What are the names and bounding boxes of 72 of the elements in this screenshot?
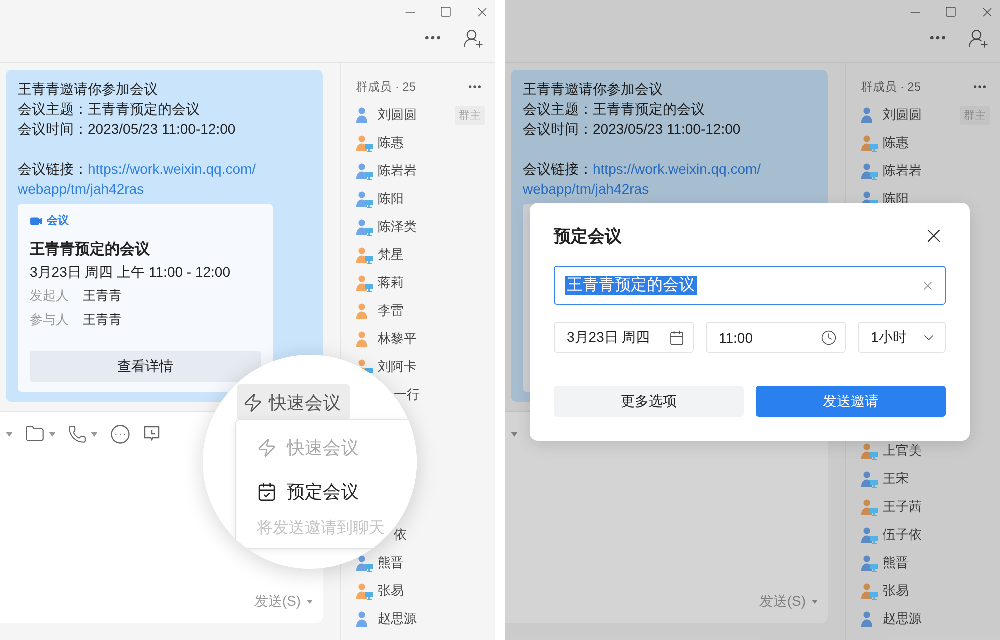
member-name[interactable]: 王子茜 [883,498,922,516]
member-name[interactable]: 伍子依 [883,526,922,544]
maximize-icon[interactable] [945,6,957,18]
message-text: 会议时间：2023/05/23 11:00-12:00 [18,120,237,139]
caret-icon[interactable] [511,432,518,436]
clock-icon [821,330,837,346]
member-name[interactable]: 张易 [883,582,909,600]
lightning-icon [243,392,263,412]
member-name[interactable]: 李雷 [378,302,404,320]
video-camera-icon [30,214,43,228]
caret-icon[interactable] [6,432,13,436]
message-text: 会议主题：王青青预定的会议 [523,100,706,119]
member-name[interactable]: 依 [394,526,407,544]
caret-icon[interactable] [49,432,56,436]
calendar-icon [669,330,685,346]
dialog-title: 预定会议 [554,226,622,248]
member-count: 群成员 · 25 [356,78,416,96]
member-name[interactable]: 刘阿卡 [378,358,417,376]
member-name[interactable]: 张易 [378,582,404,600]
duration-select[interactable]: 1小时 [858,322,946,353]
message-text: 会议主题：王青青预定的会议 [18,100,201,119]
member-name[interactable]: 梵星 [378,246,404,264]
card-time: 3月23日 周四 上午 11:00 - 12:00 [30,263,232,282]
member-name[interactable]: 一行 [394,386,420,404]
more-options-button[interactable]: 更多选项 [554,386,744,417]
owner-badge: 群主 [455,106,485,124]
chat-clock-icon[interactable] [143,425,161,443]
field-value: 王青青 [83,311,122,329]
member-name[interactable]: 赵思源 [883,610,922,628]
send-invite-button[interactable]: 发送邀请 [756,386,946,417]
member-name[interactable]: 刘圆圆 [378,106,417,124]
member-name[interactable]: 陈岩岩 [883,162,922,180]
card-title: 王青青预定的会议 [30,240,151,260]
quick-meeting-button[interactable]: 快速会议 [237,384,350,421]
more-icon[interactable] [110,424,131,444]
phone-icon[interactable] [68,424,87,444]
message-text: 王青青邀请你参加会议 [523,80,664,99]
date-field[interactable]: 3月23日 周四 [554,322,694,353]
field-label: 发起人 [30,287,69,305]
caret-icon[interactable] [812,600,818,604]
add-person-icon[interactable] [968,28,988,48]
caret-icon[interactable] [91,432,98,436]
member-name[interactable]: 陈惠 [378,134,404,152]
member-name[interactable]: 蒋莉 [378,274,404,292]
member-name[interactable]: 熊晋 [378,554,404,572]
member-name[interactable]: 陈惠 [883,134,909,152]
link-label: 会议链接： [18,161,88,177]
folder-icon[interactable] [25,424,45,444]
member-name[interactable]: 刘圆圆 [883,106,922,124]
member-name[interactable]: 熊晋 [883,554,909,572]
member-name[interactable]: 上官美 [883,442,922,460]
add-person-icon[interactable] [462,28,484,48]
member-name[interactable]: 陈岩岩 [378,162,417,180]
member-name[interactable]: 陈泽类 [378,218,417,236]
calendar-check-icon [257,482,277,502]
member-name[interactable]: 赵思源 [378,610,417,628]
topic-input[interactable]: 王青青预定的会议 [554,266,946,305]
member-name[interactable]: 王宋 [883,470,909,488]
maximize-icon[interactable] [440,6,452,18]
member-name[interactable]: 陈阳 [378,190,404,208]
caret-icon[interactable] [307,600,313,604]
message-text: 王青青邀请你参加会议 [18,80,159,99]
lightning-icon [257,438,277,458]
details-button[interactable]: 查看详情 [30,351,261,382]
member-name[interactable]: 林黎平 [378,330,417,348]
card-tag: 会议 [47,211,69,231]
field-value: 王青青 [83,287,122,305]
time-field[interactable]: 11:00 [706,322,846,353]
link-label: 会议链接： [523,161,593,177]
member-count: 群成员 · 25 [861,78,922,96]
message-text: 会议时间：2023/05/23 11:00-12:00 [523,120,742,139]
field-label: 参与人 [30,311,69,329]
